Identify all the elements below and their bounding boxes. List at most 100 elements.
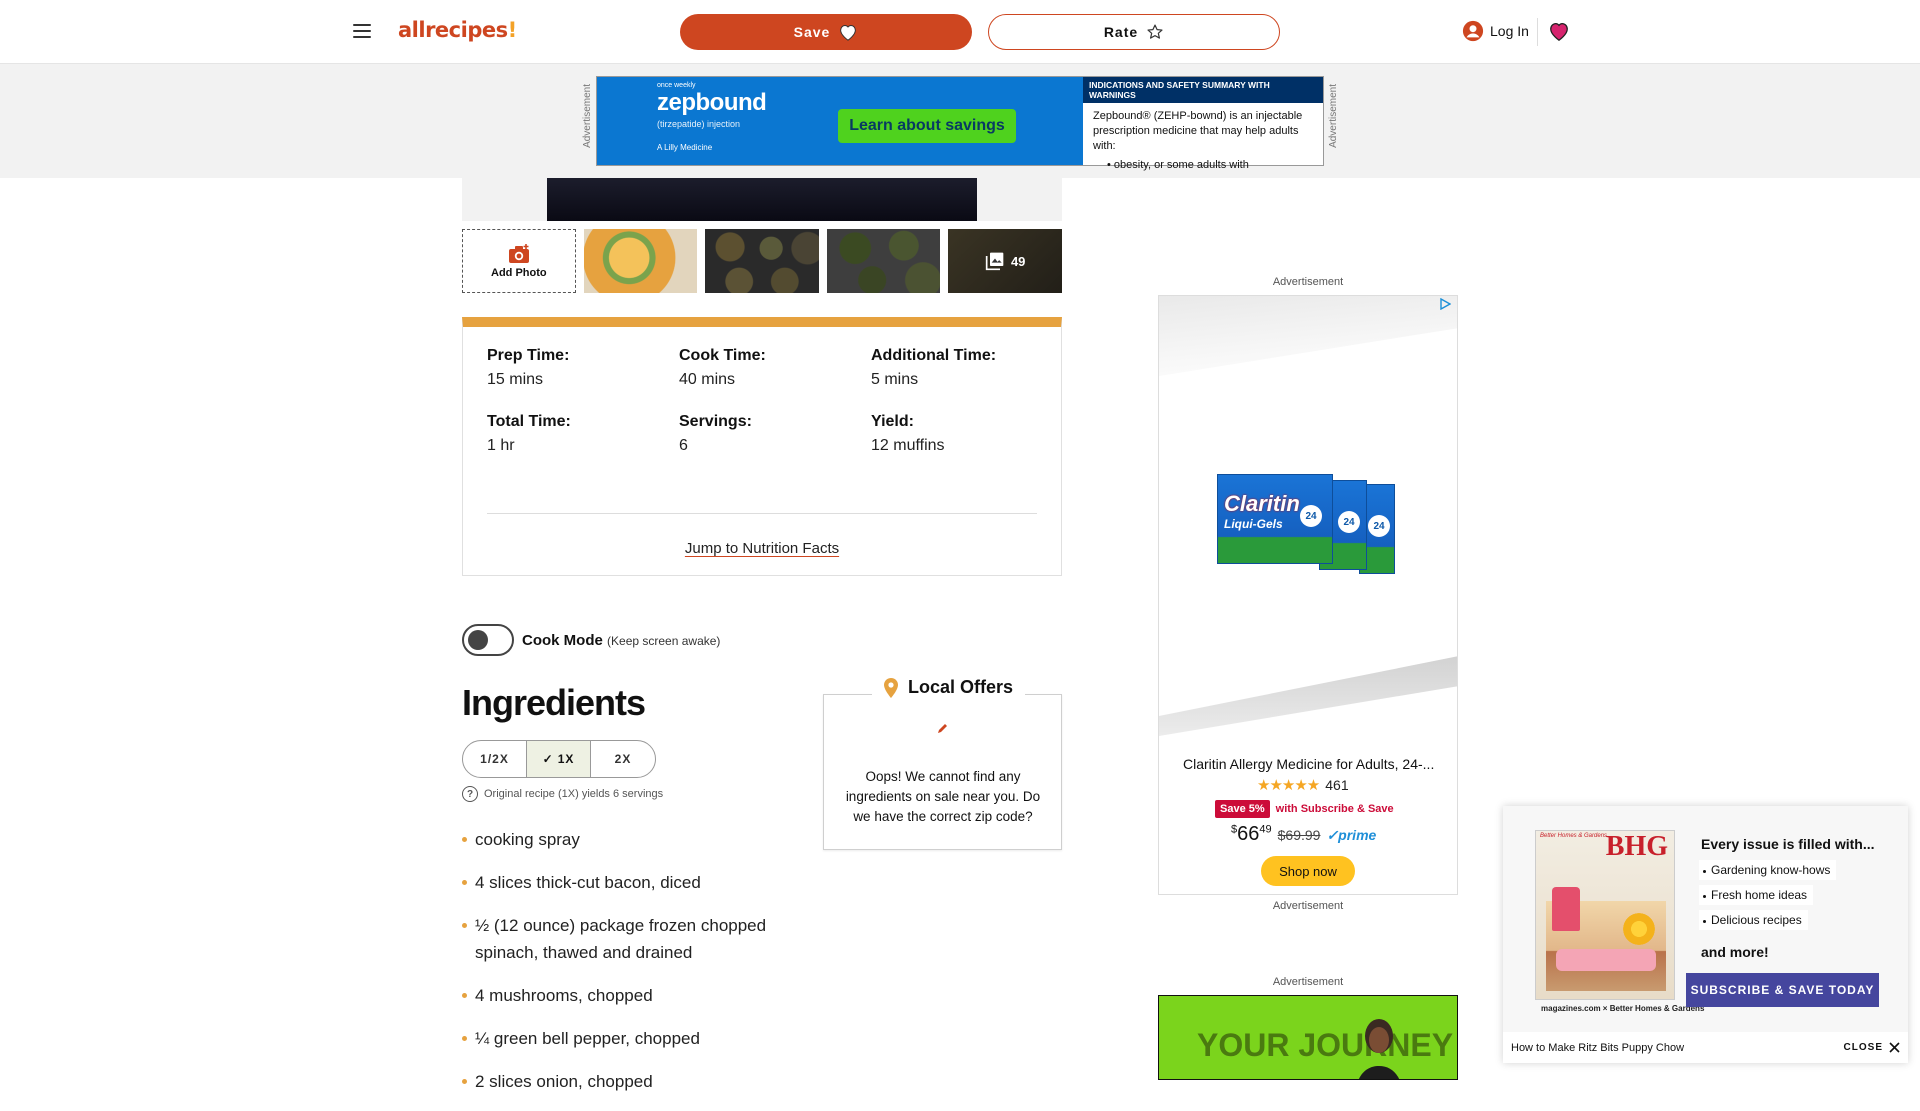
detail-item: Yield: 12 muffins xyxy=(871,413,945,454)
scale-1x[interactable]: ✓ 1X xyxy=(527,741,591,777)
person-photo xyxy=(1358,1019,1400,1079)
ingredient-item: 2 slices onion, chopped xyxy=(462,1068,782,1095)
save-badge: Save 5% xyxy=(1215,800,1270,818)
ingredient-item: 4 slices thick-cut bacon, diced xyxy=(462,869,782,896)
zep-safety-header: INDICATIONS AND SAFETY SUMMARY WITH WARN… xyxy=(1083,77,1323,103)
subscription-popup: Better Homes & Gardens BHG magazines.com… xyxy=(1503,806,1908,1063)
learn-savings-button[interactable]: Learn about savings xyxy=(838,109,1016,143)
zepbound-safety-panel: INDICATIONS AND SAFETY SUMMARY WITH WARN… xyxy=(1083,77,1323,171)
save-button[interactable]: Save xyxy=(680,14,972,50)
ingredients-heading: Ingredients xyxy=(462,682,646,723)
popup-heading: Every issue is filled with... xyxy=(1701,836,1875,852)
site-logo[interactable]: allrecipes! xyxy=(398,18,517,42)
serving-scale-selector: 1/2X ✓ 1X 2X xyxy=(462,740,656,778)
detail-item: Prep Time: 15 mins xyxy=(487,347,570,388)
scale-half[interactable]: 1/2X xyxy=(463,741,527,777)
zep-subtitle: (tirzepatide) injection xyxy=(657,119,741,129)
site-header: allrecipes! Save Rate Log In xyxy=(0,0,1920,64)
login-label: Log In xyxy=(1490,23,1529,39)
rate-label: Rate xyxy=(1103,24,1139,40)
magazine-cover-image: Better Homes & Gardens BHG xyxy=(1535,830,1675,1000)
view-all-photos-button[interactable]: 49 xyxy=(948,229,1062,293)
gallery-icon xyxy=(985,252,1004,271)
ad-savings: Save 5% with Subscribe & Save xyxy=(1215,800,1394,818)
photo-thumbnail[interactable] xyxy=(583,229,698,293)
jump-to-nutrition-link[interactable]: Jump to Nutrition Facts xyxy=(463,540,1061,557)
login-link[interactable]: Log In xyxy=(1462,20,1529,42)
popup-more: and more! xyxy=(1701,944,1769,960)
claritin-ad[interactable]: 24 24 Claritin Liqui-Gels 24 Claritin Al… xyxy=(1158,295,1458,895)
ingredient-item: 4 mushrooms, chopped xyxy=(462,982,782,1009)
zep-safety-text: Zepbound® (ZEHP-bownd) is an injectable … xyxy=(1093,110,1303,171)
magazine-masthead: Better Homes & Gardens xyxy=(1540,833,1608,839)
location-pin-icon xyxy=(884,677,898,698)
detail-item: Additional Time: 5 mins xyxy=(871,347,997,388)
rate-button[interactable]: Rate xyxy=(988,14,1280,50)
rating-stars-icon: ★★★★★ xyxy=(1257,777,1320,794)
ingredient-list: cooking spray 4 slices thick-cut bacon, … xyxy=(462,826,782,1111)
account-icon xyxy=(1462,20,1484,42)
zepbound-ad-main: once weekly zepbound (tirzepatide) injec… xyxy=(597,77,1083,165)
photo-thumbnail[interactable] xyxy=(705,229,819,293)
shop-now-button[interactable]: Shop now xyxy=(1261,856,1355,886)
photo-thumbnail[interactable] xyxy=(826,229,941,293)
edit-zip-button[interactable] xyxy=(937,721,949,739)
benefit-item: Delicious recipes xyxy=(1699,910,1808,930)
add-photo-label: Add Photo xyxy=(491,267,547,279)
close-icon xyxy=(1889,1042,1900,1053)
advertisement-label: Advertisement xyxy=(1272,976,1344,988)
recipe-details-grid: Prep Time: 15 mins Cook Time: 40 mins Addi… xyxy=(487,347,1037,455)
rating-count: 461 xyxy=(1325,777,1349,793)
header-divider xyxy=(1537,18,1538,46)
details-divider xyxy=(487,513,1037,514)
yield-note: ? Original recipe (1X) yields 6 servings xyxy=(462,786,663,802)
journey-ad[interactable]: YOUR JOURNEY xyxy=(1158,995,1458,1080)
popup-footer-link[interactable]: How to Make Ritz Bits Puppy Chow xyxy=(1511,1042,1684,1054)
product-box-1: Claritin Liqui-Gels 24 xyxy=(1217,474,1333,564)
detail-item: Total Time: 1 hr xyxy=(487,413,571,454)
close-label: CLOSE xyxy=(1843,1042,1883,1053)
menu-icon[interactable] xyxy=(353,24,371,38)
save-label: Save xyxy=(793,24,831,40)
ingredient-item: cooking spray xyxy=(462,826,782,853)
ingredient-item: ¼ green bell pepper, chopped xyxy=(462,1025,782,1052)
ad-side-label-left: Advertisement xyxy=(582,84,593,148)
save-text: with Subscribe & Save xyxy=(1275,803,1394,815)
ad-price: $6649 $69.99 ✓prime xyxy=(1231,823,1377,845)
add-photo-button[interactable]: Add Photo xyxy=(462,229,576,293)
magazine-partner-logos: magazines.com × Better Homes & Gardens xyxy=(1541,1004,1705,1013)
popup-footer: How to Make Ritz Bits Puppy Chow CLOSE xyxy=(1503,1032,1908,1063)
detail-item: Cook Time: 40 mins xyxy=(679,347,766,388)
advertisement-label: Advertisement xyxy=(1272,276,1344,288)
ad-side-label-right: Advertisement xyxy=(1328,84,1339,148)
zepbound-ad[interactable]: once weekly zepbound (tirzepatide) injec… xyxy=(596,76,1324,171)
price-cents: 49 xyxy=(1259,823,1272,836)
photo-strip: Add Photo 49 xyxy=(462,229,1062,293)
ad-product-title[interactable]: Claritin Allergy Medicine for Adults, 24… xyxy=(1183,756,1443,772)
adchoices-icon[interactable] xyxy=(1439,298,1451,310)
recipe-details-card: Prep Time: 15 mins Cook Time: 40 mins Addi… xyxy=(462,317,1062,576)
benefit-item: Gardening know-hows xyxy=(1699,860,1837,880)
yield-note-text: Original recipe (1X) yields 6 servings xyxy=(484,788,664,800)
camera-plus-icon xyxy=(508,244,529,263)
scale-2x[interactable]: 2X xyxy=(591,741,655,777)
subscribe-button[interactable]: SUBSCRIBE & SAVE TODAY xyxy=(1686,973,1879,1007)
cook-mode: Cook Mode (Keep screen awake) xyxy=(462,624,720,656)
saved-recipes-button[interactable] xyxy=(1548,20,1570,47)
cook-mode-label: Cook Mode xyxy=(522,631,603,649)
saved-heart-icon xyxy=(1550,23,1568,41)
local-offers-message: Oops! We cannot find any ingredients on … xyxy=(845,769,1041,824)
close-popup-button[interactable]: CLOSE xyxy=(1844,1042,1900,1053)
cook-mode-toggle[interactable] xyxy=(462,624,514,656)
hero-image[interactable] xyxy=(547,178,977,221)
prime-badge: ✓prime xyxy=(1326,827,1377,843)
price-dollars: 66 xyxy=(1237,823,1260,845)
star-outline-icon xyxy=(1147,24,1163,39)
box-sub: Liqui-Gels xyxy=(1224,517,1283,531)
ad-rating: ★★★★★ 461 xyxy=(1257,776,1349,794)
journey-ad-text: YOUR JOURNEY xyxy=(1197,1027,1454,1063)
photo-count: 49 xyxy=(1010,253,1026,269)
checkmark-icon: ✓ xyxy=(542,752,554,766)
help-icon[interactable]: ? xyxy=(462,786,478,802)
pencil-icon xyxy=(938,724,947,733)
